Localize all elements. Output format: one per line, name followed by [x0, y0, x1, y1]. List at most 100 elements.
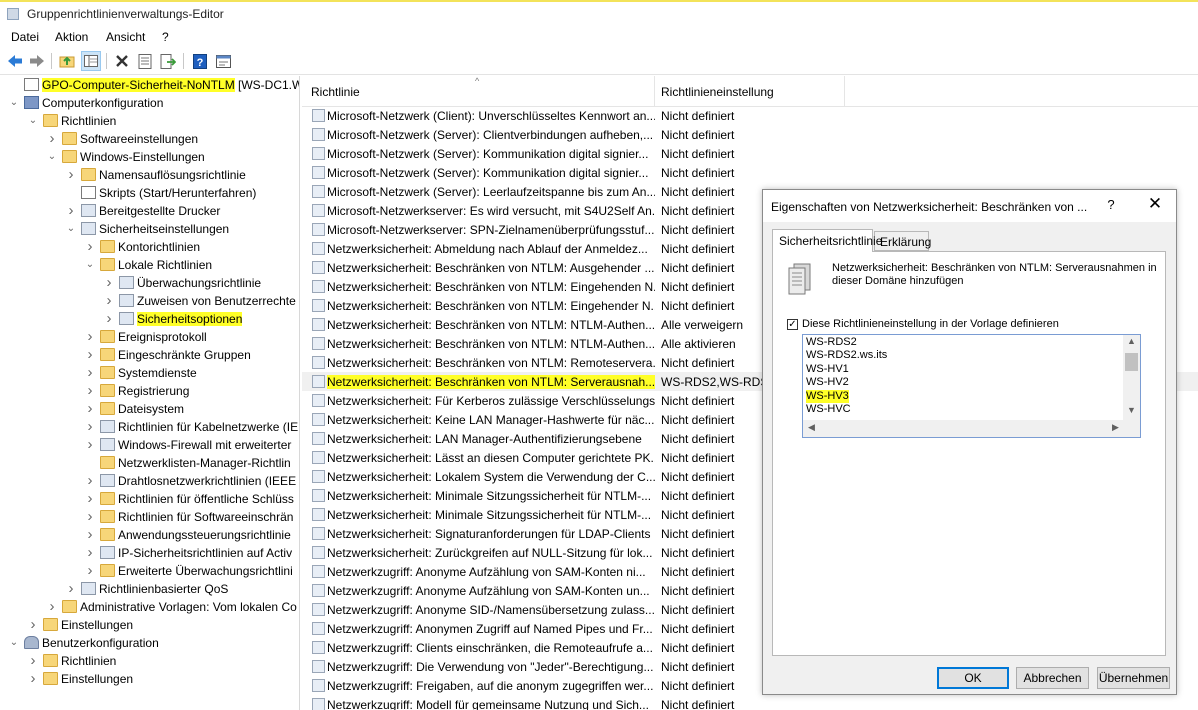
chevron-right-icon[interactable]: › — [27, 617, 39, 633]
chevron-right-icon[interactable]: › — [65, 167, 77, 183]
menu-help[interactable]: ? — [162, 30, 169, 44]
column-header-setting[interactable]: Richtlinieneinstellung — [661, 85, 774, 99]
tree-node[interactable]: › Kontorichtlinien — [0, 238, 299, 256]
dialog-help-button[interactable]: ? — [1101, 197, 1121, 212]
column-divider[interactable] — [844, 76, 845, 106]
forward-icon[interactable] — [27, 51, 47, 71]
tree-node[interactable]: › Namensauflösungsrichtlinie — [0, 166, 299, 184]
tree-node[interactable]: › Dateisystem — [0, 400, 299, 418]
chevron-down-icon[interactable]: ⌄ — [27, 113, 39, 129]
tree-node[interactable]: › Windows-Firewall mit erweiterter — [0, 436, 299, 454]
tree-node[interactable]: ⌄ Sicherheitseinstellungen — [0, 220, 299, 238]
tree-node[interactable]: › Richtlinien für öffentliche Schlüss — [0, 490, 299, 508]
tree-node[interactable]: › Softwareeinstellungen — [0, 130, 299, 148]
menu-aktion[interactable]: Aktion — [55, 30, 88, 44]
table-row[interactable]: Microsoft-Netzwerk (Client): Unverschlüs… — [302, 106, 1198, 125]
tree-node[interactable]: GPO-Computer-Sicherheit-NoNTLM [WS-DC1.W… — [0, 76, 299, 94]
tab-security-policy[interactable]: Sicherheitsrichtlinie — [772, 229, 882, 252]
chevron-right-icon[interactable]: › — [84, 509, 96, 525]
dialog-close-button[interactable]: ✕ — [1143, 194, 1167, 214]
tree-node[interactable]: › Registrierung — [0, 382, 299, 400]
up-folder-icon[interactable] — [57, 51, 77, 71]
tree-node[interactable]: › Administrative Vorlagen: Vom lokalen Co — [0, 598, 299, 616]
chevron-down-icon[interactable]: ⌄ — [8, 95, 20, 111]
tree-node[interactable]: › Anwendungssteuerungsrichtlinie — [0, 526, 299, 544]
back-icon[interactable] — [5, 51, 25, 71]
ok-button[interactable]: OK — [937, 667, 1009, 689]
horizontal-scrollbar[interactable]: ◀ ▶ — [803, 420, 1140, 437]
tree-node[interactable]: Netzwerklisten-Manager-Richtlin — [0, 454, 299, 472]
tree-node[interactable]: › Sicherheitsoptionen — [0, 310, 299, 328]
tree-node[interactable]: › Einstellungen — [0, 616, 299, 634]
console-icon[interactable] — [213, 51, 233, 71]
tree-node[interactable]: › Ereignisprotokoll — [0, 328, 299, 346]
chevron-right-icon[interactable]: › — [84, 437, 96, 453]
vertical-scrollbar[interactable]: ▲ ▼ — [1123, 335, 1140, 421]
tree-node[interactable]: ⌄ Richtlinien — [0, 112, 299, 130]
table-row[interactable]: Netzwerkzugriff: Modell für gemeinsame N… — [302, 695, 1198, 710]
tree-node[interactable]: ⌄ Windows-Einstellungen — [0, 148, 299, 166]
export-icon[interactable] — [158, 51, 178, 71]
table-row[interactable]: Microsoft-Netzwerk (Server): Kommunikati… — [302, 163, 1198, 182]
menu-datei[interactable]: Datei — [11, 30, 39, 44]
chevron-right-icon[interactable]: › — [103, 275, 115, 291]
tree-node[interactable]: ⌄ Benutzerkonfiguration — [0, 634, 299, 652]
chevron-right-icon[interactable]: › — [84, 491, 96, 507]
scroll-down-icon[interactable]: ▼ — [1123, 405, 1140, 415]
column-header-policy[interactable]: Richtlinie — [311, 85, 360, 99]
tree-node[interactable]: › IP-Sicherheitsrichtlinien auf Activ — [0, 544, 299, 562]
chevron-down-icon[interactable]: ⌄ — [65, 221, 77, 237]
chevron-right-icon[interactable]: › — [84, 419, 96, 435]
chevron-right-icon[interactable]: › — [84, 329, 96, 345]
define-policy-checkbox[interactable]: ✓ — [787, 319, 798, 330]
tree-node[interactable]: › Erweiterte Überwachungsrichtlini — [0, 562, 299, 580]
chevron-right-icon[interactable]: › — [46, 599, 58, 615]
delete-icon[interactable] — [112, 51, 132, 71]
tab-explanation[interactable]: Erklärung — [874, 231, 931, 251]
tree-node[interactable]: › Überwachungsrichtlinie — [0, 274, 299, 292]
tree-node[interactable]: › Einstellungen — [0, 670, 299, 688]
scroll-up-icon[interactable]: ▲ — [1123, 336, 1140, 346]
menu-ansicht[interactable]: Ansicht — [106, 30, 145, 44]
chevron-right-icon[interactable]: › — [46, 131, 58, 147]
chevron-right-icon[interactable]: › — [84, 383, 96, 399]
tree-node[interactable]: › Richtlinien für Softwareeinschrän — [0, 508, 299, 526]
chevron-right-icon[interactable]: › — [103, 311, 115, 327]
chevron-right-icon[interactable]: › — [27, 653, 39, 669]
chevron-right-icon[interactable]: › — [84, 347, 96, 363]
server-exceptions-textarea[interactable]: WS-RDS2 WS-RDS2.ws.its WS-HV1 WS-HV2 WS-HV3 W… — [802, 334, 1141, 438]
tree-node[interactable]: › Drahtlosnetzwerkrichtlinien (IEEE — [0, 472, 299, 490]
chevron-right-icon[interactable]: › — [84, 239, 96, 255]
tree-node[interactable]: › Richtlinienbasierter QoS — [0, 580, 299, 598]
scroll-left-icon[interactable]: ◀ — [803, 422, 820, 433]
chevron-right-icon[interactable]: › — [65, 581, 77, 597]
chevron-right-icon[interactable]: › — [65, 203, 77, 219]
tree-node[interactable]: › Zuweisen von Benutzerrechte — [0, 292, 299, 310]
column-divider[interactable] — [654, 76, 655, 106]
scroll-right-icon[interactable]: ▶ — [1107, 422, 1124, 433]
chevron-down-icon[interactable]: ⌄ — [84, 257, 96, 273]
tree-node[interactable]: › Bereitgestellte Drucker — [0, 202, 299, 220]
chevron-right-icon[interactable]: › — [103, 293, 115, 309]
chevron-down-icon[interactable]: ⌄ — [46, 149, 58, 165]
chevron-right-icon[interactable]: › — [84, 401, 96, 417]
chevron-right-icon[interactable]: › — [84, 563, 96, 579]
show-tree-icon[interactable] — [81, 51, 101, 71]
tree-node[interactable]: › Richtlinien für Kabelnetzwerke (IEE — [0, 418, 300, 436]
help-icon[interactable]: ? — [190, 51, 210, 71]
scroll-thumb[interactable] — [1125, 353, 1138, 371]
tree-node[interactable]: › Systemdienste — [0, 364, 299, 382]
chevron-right-icon[interactable]: › — [27, 671, 39, 687]
chevron-right-icon[interactable]: › — [84, 545, 96, 561]
tree-node[interactable]: ⌄ Computerkonfiguration — [0, 94, 299, 112]
chevron-right-icon[interactable]: › — [84, 365, 96, 381]
chevron-right-icon[interactable]: › — [84, 473, 96, 489]
tree-node[interactable]: › Richtlinien — [0, 652, 299, 670]
tree-node[interactable]: Skripts (Start/Herunterfahren) — [0, 184, 299, 202]
chevron-right-icon[interactable]: › — [84, 527, 96, 543]
chevron-down-icon[interactable]: ⌄ — [8, 635, 20, 651]
table-row[interactable]: Microsoft-Netzwerk (Server): Kommunikati… — [302, 144, 1198, 163]
cancel-button[interactable]: Abbrechen — [1016, 667, 1089, 689]
table-row[interactable]: Microsoft-Netzwerk (Server): Clientverbi… — [302, 125, 1198, 144]
apply-button[interactable]: Übernehmen — [1097, 667, 1170, 689]
